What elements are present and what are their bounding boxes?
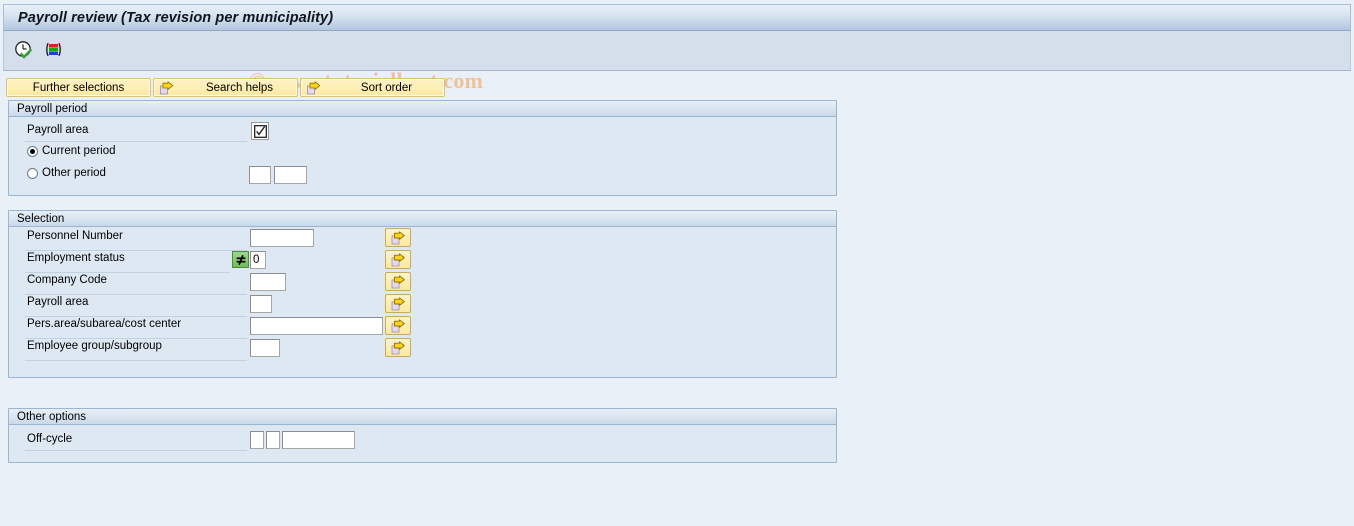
page-title: Payroll review (Tax revision per municip… (18, 9, 334, 26)
application-toolbar: © www.tutorialkart.com (3, 31, 1351, 93)
payroll-area-matchcode-button[interactable] (251, 122, 269, 140)
sap-selection-screen: Payroll review (Tax revision per municip… (0, 0, 1354, 526)
personnel-number-input[interactable] (250, 229, 314, 247)
checkbox-checked-icon (253, 124, 267, 138)
company-code-label: Company Code (27, 274, 107, 286)
search-helps-arrow-icon (160, 80, 174, 94)
other-period-radio[interactable]: Other period (27, 167, 106, 179)
employment-status-label: Employment status (27, 252, 125, 264)
multiple-selection-arrow-icon (391, 274, 405, 288)
table-row: Employment status (9, 250, 836, 292)
table-row: Company Code (9, 272, 836, 314)
multiple-selection-arrow-icon (391, 296, 405, 310)
employment-status-underline (25, 272, 230, 273)
off-cycle-label: Off-cycle (27, 433, 73, 445)
toolbar-icon-group (14, 40, 63, 60)
current-period-label: Current period (42, 145, 116, 157)
company-code-underline (25, 294, 247, 295)
current-period-radio-dot (27, 145, 38, 157)
off-cycle-field-1[interactable] (250, 431, 264, 449)
off-cycle-field-2[interactable] (266, 431, 280, 449)
payroll-area-selection-label: Payroll area (27, 296, 89, 308)
variant-layout-icon[interactable] (43, 40, 63, 60)
payroll-area-label: Payroll area (27, 124, 89, 136)
payroll-period-group: Payroll period Payroll area Current peri… (8, 100, 837, 196)
selection-group-header: Selection (9, 211, 836, 227)
current-period-radio[interactable]: Current period (27, 145, 116, 157)
search-helps-button[interactable]: Search helps (153, 78, 298, 97)
multiple-selection-arrow-icon (391, 252, 405, 266)
window-title-bar: Payroll review (Tax revision per municip… (3, 4, 1351, 31)
payroll-area-selection-input[interactable] (250, 295, 272, 313)
multiple-selection-arrow-icon (391, 318, 405, 332)
off-cycle-field-3[interactable] (282, 431, 355, 449)
other-period-field-2[interactable] (274, 166, 307, 184)
payroll-area-multi-select-button[interactable] (385, 294, 411, 313)
execute-clock-icon[interactable] (14, 40, 34, 60)
company-code-multi-select-button[interactable] (385, 272, 411, 291)
payroll-area-underline (25, 141, 247, 142)
other-period-radio-dot (27, 167, 38, 179)
multiple-selection-arrow-icon (391, 340, 405, 354)
search-helps-label: Search helps (205, 81, 274, 94)
off-cycle-underline (25, 450, 247, 451)
pers-area-multi-select-button[interactable] (385, 316, 411, 335)
multiple-selection-arrow-icon (391, 230, 405, 244)
other-period-field-1[interactable] (249, 166, 271, 184)
table-row: Personnel Number (9, 228, 836, 270)
employee-group-underline (25, 360, 247, 361)
table-row: Employee group/subgroup (9, 338, 836, 380)
payroll-period-group-header: Payroll period (9, 101, 836, 117)
company-code-input[interactable] (250, 273, 286, 291)
personnel-number-label: Personnel Number (27, 230, 123, 242)
further-selections-button[interactable]: Further selections (6, 78, 151, 97)
payroll-area-selection-underline (25, 316, 247, 317)
sort-order-arrow-icon (307, 80, 321, 94)
other-options-group-body: Off-cycle (9, 425, 836, 462)
personnel-number-multi-select-button[interactable] (385, 228, 411, 247)
employee-group-multi-select-button[interactable] (385, 338, 411, 357)
selection-group-body: Personnel Number Employment status 0 Com… (9, 227, 836, 377)
other-period-label: Other period (42, 167, 106, 179)
selection-group: Selection Personnel Number Employment st… (8, 210, 837, 378)
payroll-period-group-body: Payroll area Current period Other period (9, 117, 836, 195)
employment-status-multi-select-button[interactable] (385, 250, 411, 269)
payroll-area-row: Payroll area (9, 121, 836, 143)
employee-group-label: Employee group/subgroup (27, 340, 162, 352)
employee-group-input[interactable] (250, 339, 280, 357)
other-options-group-header: Other options (9, 409, 836, 425)
pers-area-input[interactable] (250, 317, 383, 335)
off-cycle-row: Off-cycle (9, 430, 836, 452)
personnel-number-underline (25, 250, 247, 251)
further-selections-label: Further selections (32, 81, 125, 94)
pers-area-label: Pers.area/subarea/cost center (27, 318, 182, 330)
selection-screen-button-row: Further selections Search helps Sort ord… (6, 78, 445, 97)
pers-area-underline (25, 338, 247, 339)
other-options-group: Other options Off-cycle (8, 408, 837, 463)
not-equal-icon (236, 254, 245, 265)
employment-status-operator-button[interactable] (232, 251, 249, 268)
sort-order-button[interactable]: Sort order (300, 78, 445, 97)
employment-status-input[interactable] (250, 251, 266, 269)
sort-order-label: Sort order (360, 81, 413, 94)
